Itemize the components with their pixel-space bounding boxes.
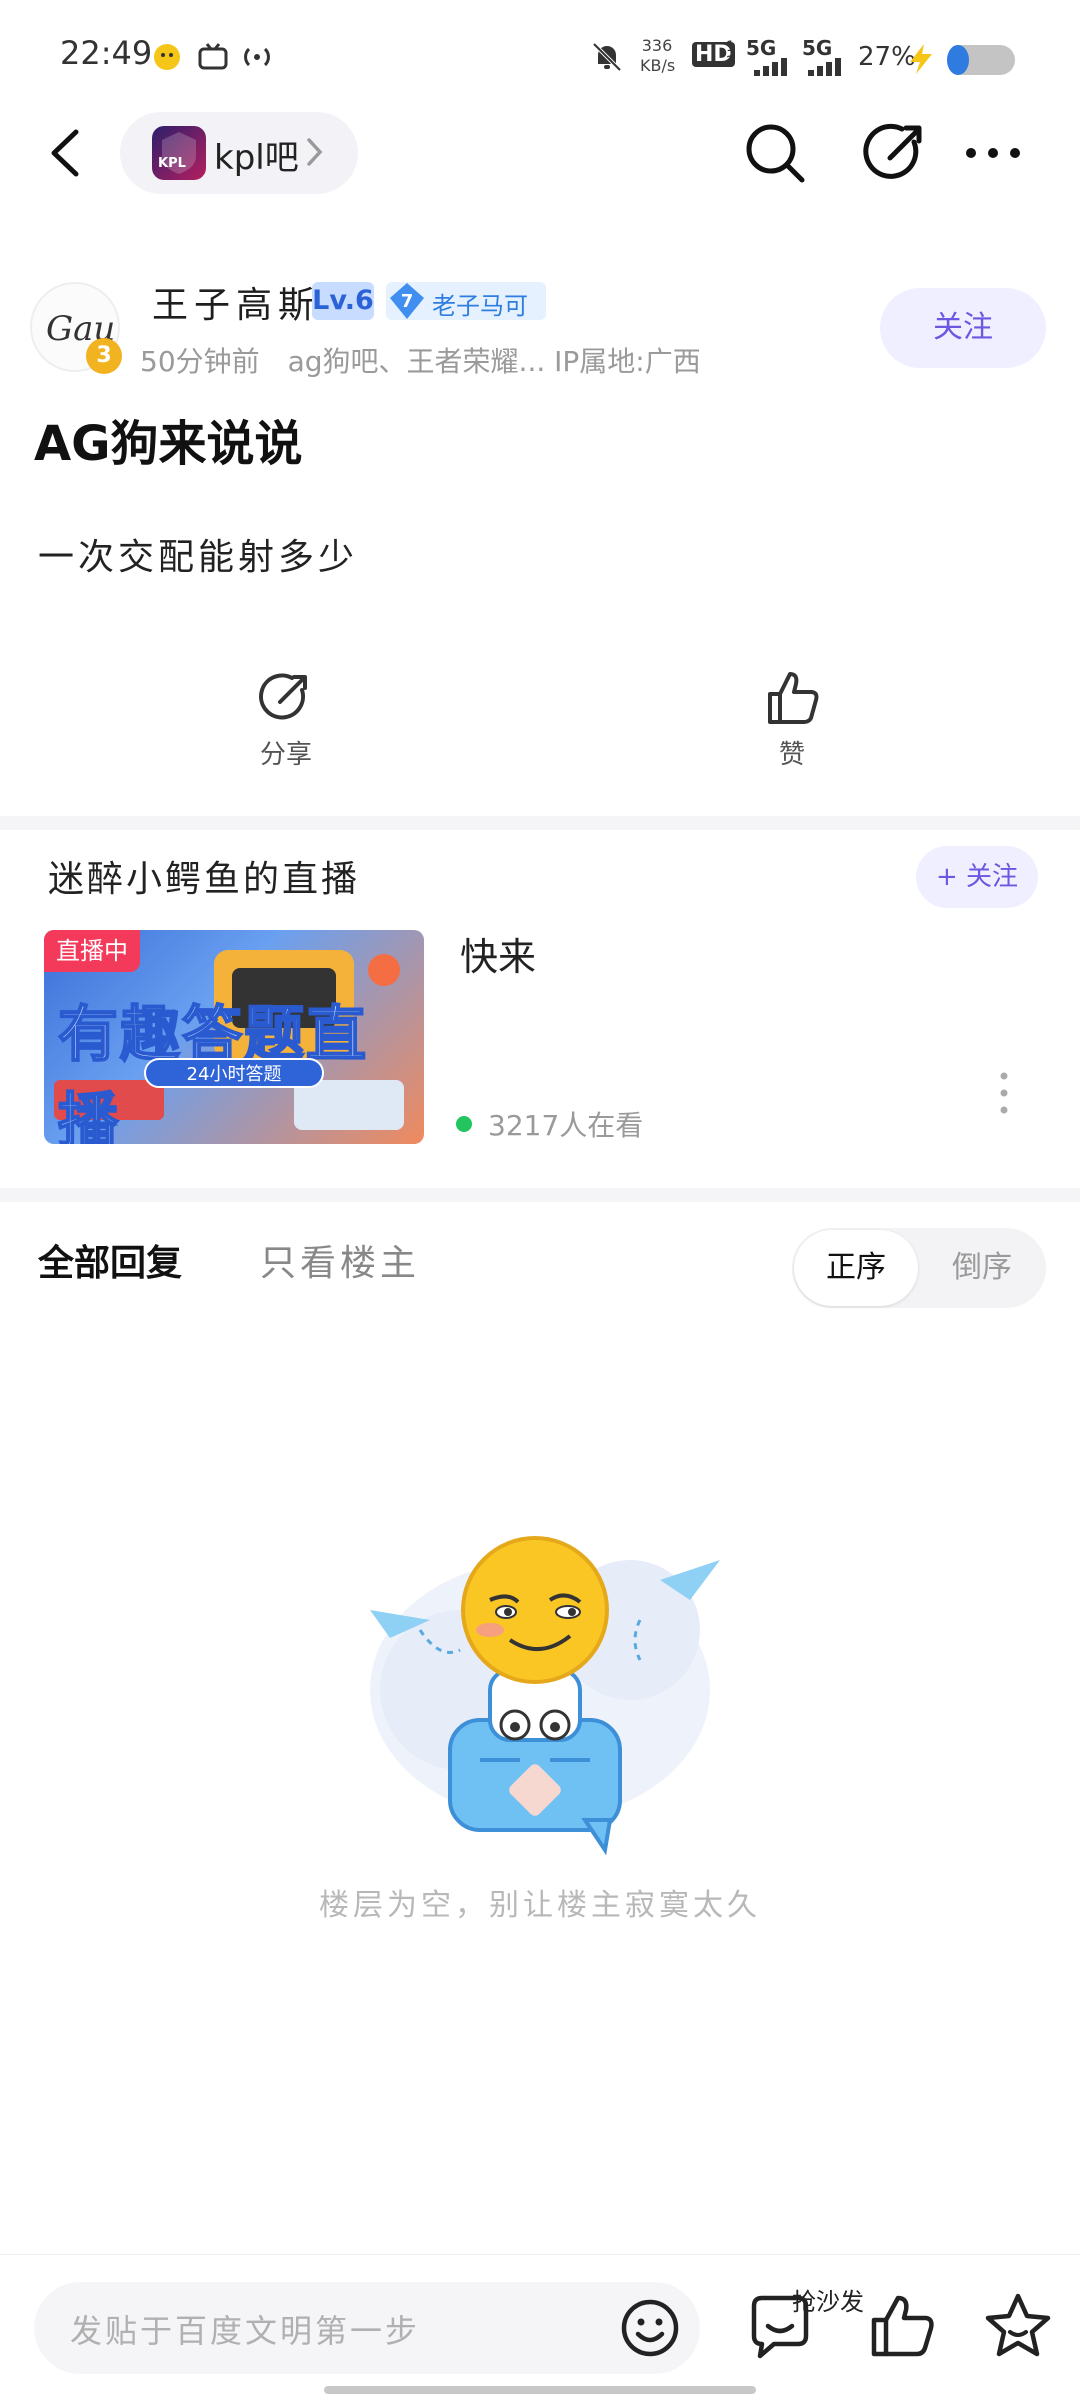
status-time: 22:49 <box>60 34 153 72</box>
thumbs-up-icon[interactable] <box>866 2290 938 2362</box>
post-title: AG狗来说说 <box>34 416 303 472</box>
post-meta: 50分钟前 ag狗吧、王者荣耀... IP属地:广西 <box>140 345 701 378</box>
signal-bars-icon <box>754 58 787 76</box>
like-button[interactable]: 赞 <box>732 668 852 771</box>
section-divider <box>0 816 1080 830</box>
live-viewer-count: 3217人在看 <box>488 1109 644 1142</box>
level-badge: Lv.6 <box>312 282 374 320</box>
tab-all-replies[interactable]: 全部回复 <box>38 1234 182 1286</box>
honor-title-badge: 7 老子马可 <box>386 282 546 320</box>
sort-ascending-button[interactable]: 正序 <box>794 1230 918 1306</box>
search-icon[interactable] <box>740 118 810 188</box>
post-body: 一次交配能射多少 <box>38 537 359 578</box>
live-stream-title[interactable]: 快来 <box>460 926 536 981</box>
online-dot-icon <box>456 1116 472 1132</box>
star-icon[interactable] <box>982 2290 1054 2362</box>
tab-owner-only[interactable]: 只看楼主 <box>260 1234 420 1286</box>
diamond-icon: 7 <box>390 283 424 319</box>
net-speed: 336 KB/s <box>640 36 676 75</box>
like-label: 赞 <box>778 740 805 770</box>
svg-text:7: 7 <box>401 291 414 312</box>
charging-bolt-icon <box>910 44 932 74</box>
sort-descending-button[interactable]: 倒序 <box>918 1230 1046 1306</box>
emoji-icon[interactable] <box>618 2296 682 2360</box>
status-bar: 22:49 336 KB/s HD 1 2 5G 5G 27% <box>0 0 1080 110</box>
hd-sub: 1 2 <box>726 39 735 70</box>
more-vertical-icon[interactable] <box>996 1068 1012 1118</box>
forum-name[interactable]: kpl吧 <box>214 130 299 179</box>
hotspot-icon <box>244 47 270 67</box>
live-status-tag: 直播中 <box>44 930 140 972</box>
live-section-title[interactable]: 迷醉小鳄鱼的直播 <box>48 850 360 902</box>
more-icon[interactable] <box>958 118 1028 188</box>
home-indicator[interactable] <box>324 2386 756 2394</box>
author-name[interactable]: 王子高斯 <box>152 276 320 328</box>
sofa-label: 抢沙发 <box>792 2288 864 2316</box>
thumbnail-subtitle: 24小时答题 <box>144 1058 324 1088</box>
empty-state-illustration <box>370 1536 720 1856</box>
live-follow-button[interactable]: + 关注 <box>916 846 1038 908</box>
mute-bell-icon <box>592 42 622 72</box>
forum-logo: KPL <box>152 126 206 180</box>
share-label: 分享 <box>259 740 312 770</box>
honor-title-text: 老子马可 <box>432 292 528 320</box>
section-divider <box>0 1188 1080 1202</box>
tv-icon <box>198 43 228 70</box>
reply-input-placeholder: 发贴于百度文明第一步 <box>70 2312 421 2350</box>
battery-icon <box>947 45 1015 75</box>
share-button[interactable]: 分享 <box>226 668 346 771</box>
back-icon[interactable] <box>36 118 96 188</box>
empty-state-text: 楼层为空，别让楼主寂寞太久 <box>319 1888 761 1923</box>
chevron-right-icon <box>307 138 323 166</box>
avatar-level-badge: 3 <box>86 338 122 374</box>
signal-bars-icon <box>808 58 841 76</box>
follow-button[interactable]: 关注 <box>880 288 1046 368</box>
app-notification-icon <box>154 44 180 70</box>
share-edit-icon[interactable] <box>862 118 932 188</box>
thumbs-up-icon <box>768 672 819 724</box>
share-icon <box>259 673 307 720</box>
